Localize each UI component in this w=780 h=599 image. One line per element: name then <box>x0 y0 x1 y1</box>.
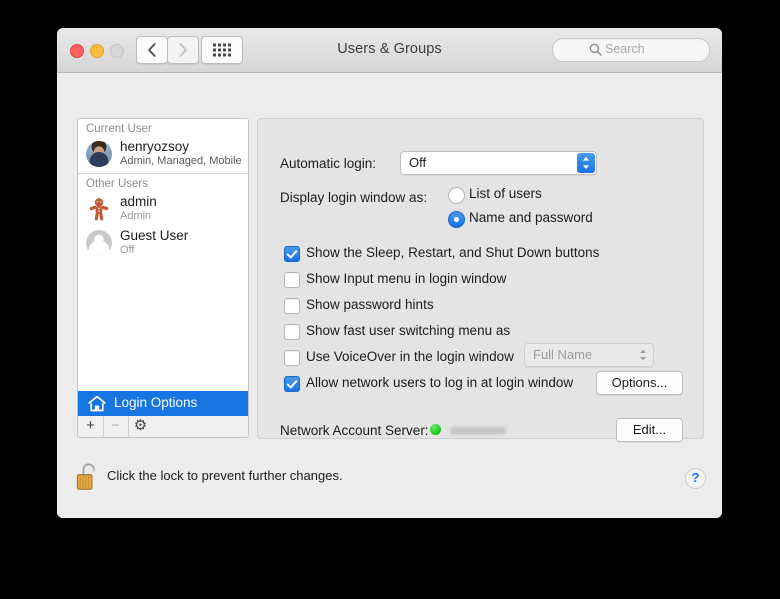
checkbox-label: Show Input menu in login window <box>306 271 507 286</box>
group-header-current-user: Current User <box>78 119 248 137</box>
chevron-updown-icon <box>634 345 652 365</box>
user-name: henryozsoy <box>120 139 190 154</box>
checkbox[interactable] <box>284 350 300 366</box>
radio-label: List of users <box>469 186 542 201</box>
options-button[interactable]: Options... <box>596 371 683 395</box>
unlocked-padlock-icon[interactable] <box>75 462 103 494</box>
fast-switch-format-popup: Full Name <box>524 343 654 367</box>
automatic-login-label: Automatic login: <box>280 156 377 171</box>
display-login-window-label: Display login window as: <box>280 190 428 205</box>
help-button[interactable]: ? <box>685 468 706 489</box>
checkbox-label: Use VoiceOver in the login window <box>306 349 514 364</box>
window-content: Current User henryozsoy Admin, Managed, … <box>57 73 722 518</box>
gingerbread-icon <box>89 198 109 221</box>
automatic-login-popup[interactable]: Off <box>400 151 597 175</box>
login-options-pane: Automatic login: Off Display login windo… <box>257 118 704 442</box>
sidebar-item-login-options[interactable]: Login Options <box>78 391 248 417</box>
list-item[interactable]: Guest User Off <box>78 226 248 260</box>
checkbox[interactable] <box>284 376 300 392</box>
radio-label: Name and password <box>469 210 593 225</box>
checkbox[interactable] <box>284 298 300 314</box>
window-footer: Click the lock to prevent further change… <box>57 428 722 518</box>
house-icon <box>88 395 106 412</box>
checkbox-label: Allow network users to log in at login w… <box>306 375 574 390</box>
preferences-window: Users & Groups Search Current User henry… <box>57 28 722 518</box>
search-icon <box>589 43 602 56</box>
automatic-login-value: Off <box>409 155 427 170</box>
fast-switch-format-value: Full Name <box>533 347 593 362</box>
user-role: Admin, Managed, Mobile <box>120 155 242 167</box>
user-name: admin <box>120 194 157 209</box>
avatar <box>86 196 112 222</box>
avatar <box>86 230 112 256</box>
checkbox-label: Show the Sleep, Restart, and Shut Down b… <box>306 245 600 260</box>
search-placeholder: Search <box>605 42 645 56</box>
user-role: Off <box>120 244 135 256</box>
lock-instruction-text: Click the lock to prevent further change… <box>107 468 343 483</box>
chevron-updown-icon <box>577 153 595 173</box>
checkbox[interactable] <box>284 324 300 340</box>
users-list: Current User henryozsoy Admin, Managed, … <box>77 118 249 418</box>
search-field[interactable]: Search <box>552 38 710 62</box>
group-header-other-users: Other Users <box>78 174 248 192</box>
checkbox-label: Show password hints <box>306 297 434 312</box>
checkbox[interactable] <box>284 246 300 262</box>
radio-button[interactable] <box>448 211 465 228</box>
sidebar-item-label: Login Options <box>114 395 198 410</box>
avatar <box>86 141 112 167</box>
radio-button[interactable] <box>448 187 465 204</box>
checkbox[interactable] <box>284 272 300 288</box>
checkbox-label: Show fast user switching menu as <box>306 323 511 338</box>
list-item[interactable]: admin Admin <box>78 192 248 226</box>
user-role: Admin <box>120 210 152 222</box>
user-name: Guest User <box>120 228 189 243</box>
window-titlebar: Users & Groups Search <box>57 28 722 73</box>
list-item[interactable]: henryozsoy Admin, Managed, Mobile <box>78 137 248 171</box>
